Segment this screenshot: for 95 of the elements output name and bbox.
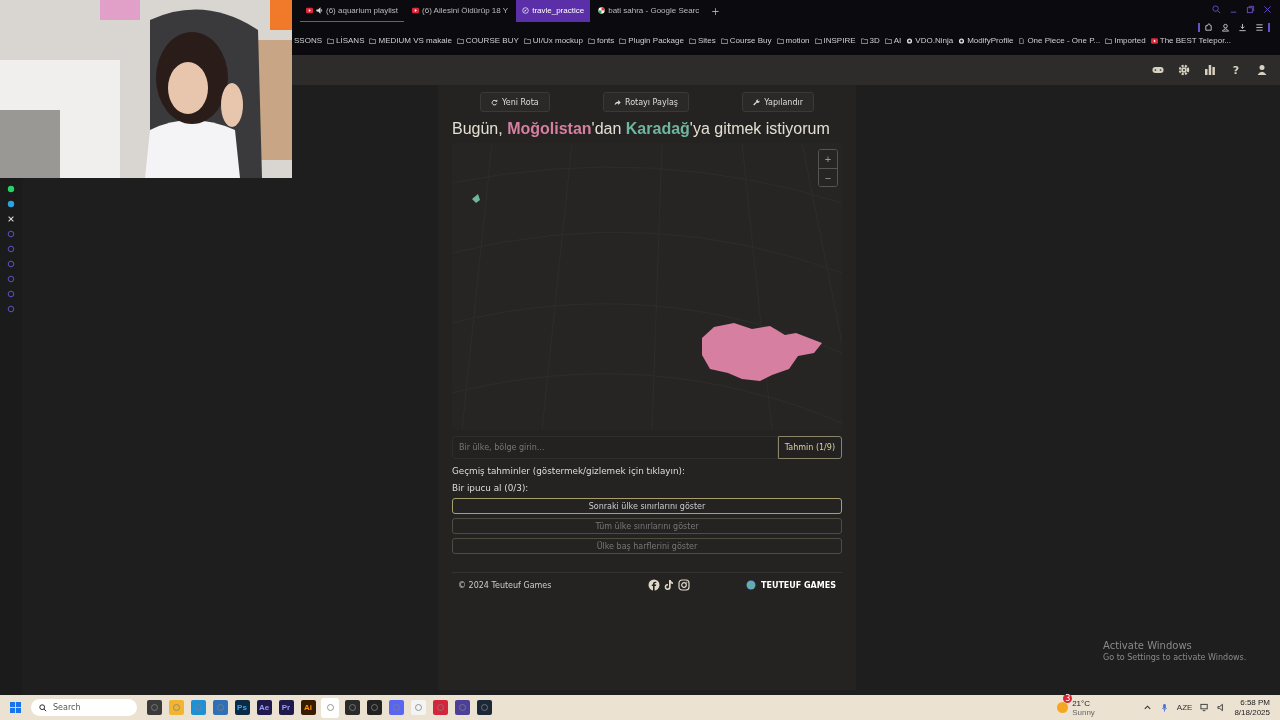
taskbar-app-button[interactable] — [145, 697, 163, 718]
bookmark[interactable]: Plugin Package — [619, 36, 684, 45]
folder-icon — [884, 37, 892, 44]
weather-icon[interactable] — [1057, 702, 1069, 713]
browser-tab[interactable]: (6) Ailesini Öldürüp 18 Y — [406, 0, 515, 22]
folder-icon — [619, 37, 627, 44]
gamepad-icon[interactable] — [1152, 64, 1164, 76]
bar-chart-icon[interactable] — [1204, 64, 1216, 76]
folder-icon — [456, 37, 464, 44]
search-field[interactable]: Search — [31, 699, 137, 716]
activation-message: Go to Settings to activate Windows. — [1103, 653, 1247, 662]
bookmark[interactable]: SSONS — [294, 36, 322, 45]
guess-button[interactable]: Tahmin (1/9) — [777, 436, 842, 460]
restore-icon[interactable] — [1246, 5, 1255, 14]
facebook-icon[interactable] — [647, 579, 660, 592]
folder-icon — [860, 37, 868, 44]
speaker-icon — [316, 7, 323, 14]
monitor-icon[interactable] — [1200, 703, 1210, 712]
bookmark[interactable]: 3D — [860, 36, 880, 45]
bookmark[interactable]: COURSE BUY — [456, 36, 519, 45]
bookmark[interactable]: The BEST Telepor... — [1150, 36, 1232, 45]
browser-tab[interactable]: bati sahra - Google Searc — [592, 0, 706, 22]
taskbar-app-button[interactable] — [343, 697, 361, 718]
action-button[interactable]: Yapılandır — [742, 92, 814, 112]
share-arrow-icon — [613, 98, 621, 106]
compass-icon — [522, 7, 530, 14]
zoom-out-button[interactable]: − — [819, 168, 837, 187]
activation-title: Activate Windows — [1103, 640, 1193, 651]
download-icon[interactable] — [1238, 23, 1247, 32]
bookmark[interactable]: Sites — [688, 36, 716, 45]
action-button[interactable]: Yeni Rota — [480, 92, 550, 112]
bookmark[interactable]: fonts — [588, 36, 615, 45]
taskbar-app-button[interactable]: Ae — [255, 697, 273, 718]
bookmark[interactable]: Course Buy — [720, 36, 772, 45]
start-icon[interactable] — [10, 702, 21, 713]
folder-icon — [523, 37, 531, 44]
bookmark[interactable]: ModifyProfile — [958, 36, 1014, 45]
menu-icon[interactable] — [1255, 23, 1264, 32]
brand-name[interactable]: TEUTEUF GAMES — [760, 580, 836, 590]
user-icon[interactable] — [1221, 23, 1230, 32]
settings-icon[interactable] — [1178, 64, 1190, 76]
folder-icon — [369, 37, 377, 44]
bookmark[interactable]: MEDIUM VS makale — [369, 36, 452, 45]
temperature: 21°C — [1072, 698, 1092, 708]
route-title: Bugün, Moğolistan'dan Karadağ'ya gitmek istiyorum — [452, 119, 830, 139]
search-icon[interactable] — [1212, 5, 1221, 14]
play-icon — [1150, 37, 1158, 44]
bookmark[interactable]: motion — [776, 36, 810, 45]
folder-icon — [776, 37, 784, 44]
folder-icon — [327, 37, 334, 44]
folder-icon — [720, 37, 728, 44]
taskbar-app-button[interactable] — [475, 697, 493, 718]
hint-button[interactable]: Sonraki ülke sınırlarını göster — [452, 498, 842, 515]
tiktok-icon[interactable] — [662, 579, 675, 592]
folder-icon — [1105, 37, 1113, 44]
action-button[interactable]: Rotayı Paylaş — [602, 92, 689, 112]
language-indicator[interactable]: AZE — [1176, 703, 1193, 712]
chevron-up-icon[interactable] — [1142, 703, 1152, 712]
country-input[interactable]: Bir ülke, bölge girin... — [452, 436, 778, 460]
close-icon[interactable] — [1263, 5, 1272, 14]
user-icon[interactable] — [1256, 64, 1268, 76]
notification-badge: 3 — [1063, 693, 1073, 703]
new-tab-button[interactable]: + — [707, 5, 724, 17]
taskbar-app-button[interactable] — [453, 697, 471, 718]
browser-tab[interactable]: (6) aquarium playlist — [300, 0, 405, 22]
play-icon — [306, 7, 313, 14]
hint-label: Bir ipucu al (0/3): — [452, 483, 530, 494]
refresh-icon — [491, 98, 498, 106]
bookmark[interactable]: VDO.Ninja — [906, 36, 954, 45]
x-sidebar-icon[interactable] — [7, 215, 15, 223]
folder-icon — [688, 37, 696, 44]
wrench-icon — [753, 98, 761, 106]
taskbar-app-button[interactable]: Ai — [299, 697, 317, 718]
weather-condition: Sunny — [1072, 707, 1095, 717]
browser-tab[interactable]: travle_practice — [516, 0, 591, 22]
microphone-icon[interactable] — [1159, 703, 1169, 712]
page-icon — [1018, 37, 1026, 44]
bookmark[interactable]: Imported — [1105, 36, 1146, 45]
folder-icon — [588, 37, 595, 44]
help-button[interactable]: ? — [1230, 63, 1242, 77]
taskbar-app-button[interactable] — [365, 697, 383, 718]
play-icon — [412, 7, 420, 14]
clock[interactable]: 6:58 PM 8/18/2025 — [1234, 697, 1270, 718]
taskbar-app-button[interactable]: Pr — [277, 697, 295, 718]
history-toggle[interactable]: Geçmiş tahminler (göstermek/gizlemek için tıklayın): — [452, 466, 842, 477]
bookmark[interactable]: LİSANS — [327, 36, 365, 45]
bookmark[interactable]: INSPIRE — [814, 36, 856, 45]
folder-icon — [814, 37, 822, 44]
instagram-icon[interactable] — [677, 579, 690, 592]
search-icon — [39, 703, 47, 712]
copyright: © 2024 Teuteuf Games — [458, 580, 552, 590]
bookmark[interactable]: UI/Ux mockup — [523, 36, 583, 45]
bookmark[interactable]: AI — [884, 36, 902, 45]
taskbar-app-button[interactable]: Ps — [233, 697, 251, 718]
bookmark[interactable]: One Piece - One P... — [1018, 36, 1101, 45]
